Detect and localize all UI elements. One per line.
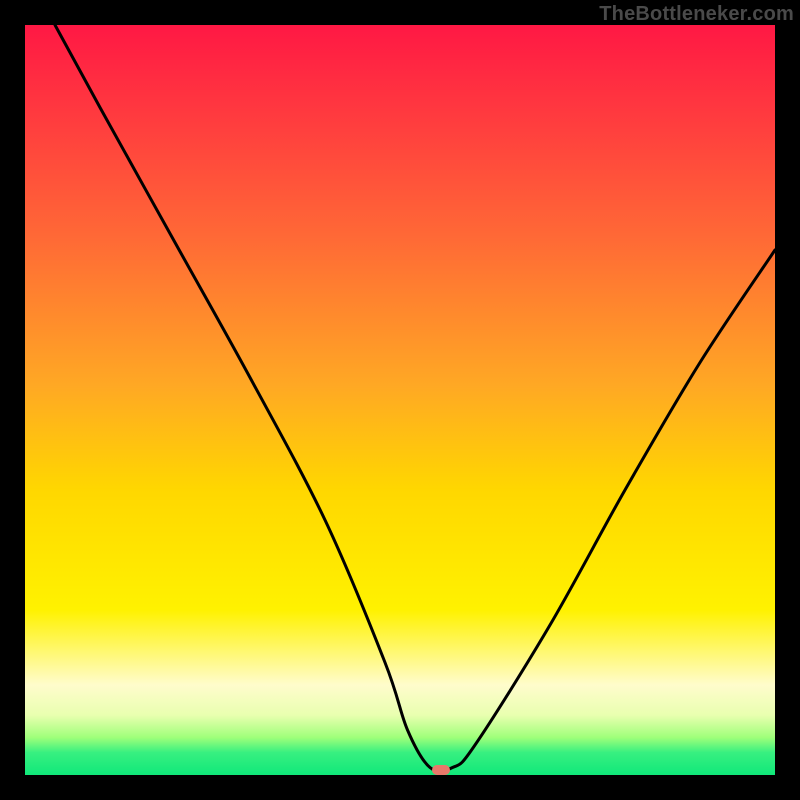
curve-path [55, 25, 775, 771]
watermark-text: TheBottleneker.com [599, 3, 794, 26]
bottleneck-curve [25, 25, 775, 775]
plot-area [25, 25, 775, 775]
optimum-marker [432, 765, 450, 775]
chart-frame: TheBottleneker.com [0, 0, 800, 800]
